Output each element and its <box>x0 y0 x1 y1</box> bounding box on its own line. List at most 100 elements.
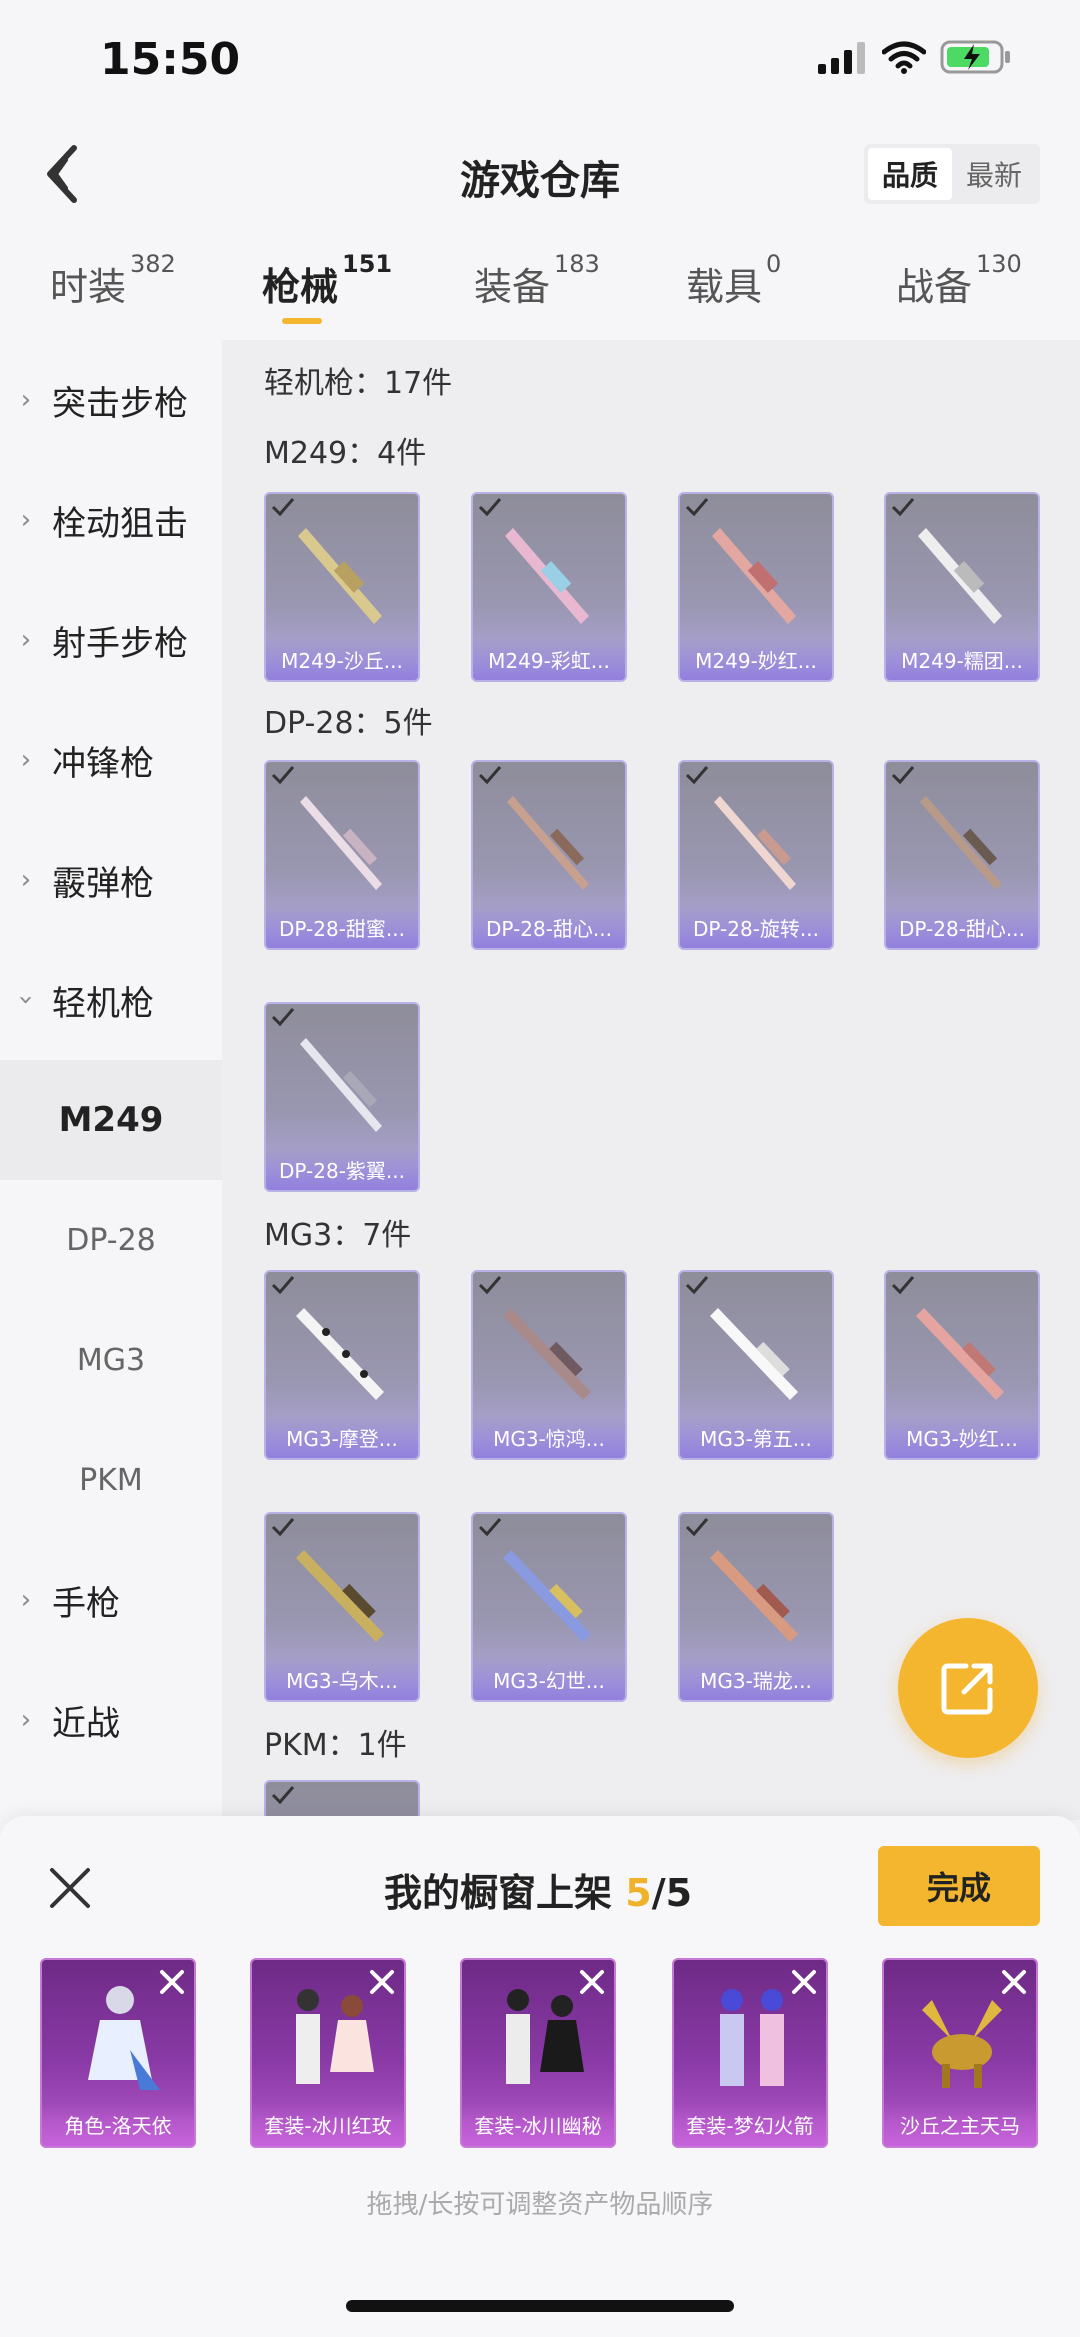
shelf-item-label: 角色-洛天依 <box>42 2102 194 2146</box>
item-grid: 轻机枪：17件 M249：4件 M249-沙丘... M249-彩虹... M2… <box>222 340 1080 1820</box>
check-icon <box>685 1276 709 1295</box>
tab-firearms[interactable]: 枪械151 <box>262 250 392 311</box>
gun-image <box>710 1308 798 1400</box>
gun-card[interactable]: MG3-瑞龙... <box>678 1512 834 1702</box>
gun-card[interactable]: DP-28-甜心... <box>471 760 627 950</box>
sidebar-item-label: 突击步枪 <box>52 383 188 424</box>
tab-equipment[interactable]: 装备183 <box>474 250 600 311</box>
done-button[interactable]: 完成 <box>878 1846 1040 1926</box>
chevron-right-icon: › <box>20 1705 32 1735</box>
check-icon <box>478 1518 502 1537</box>
shelf-item[interactable]: 沙丘之主天马 <box>882 1958 1038 2148</box>
sidebar-item-label: 栓动狙击 <box>52 503 188 544</box>
gun-card[interactable]: DP-28-甜蜜... <box>264 760 420 950</box>
battery-charging-icon <box>940 40 1010 74</box>
gun-image <box>296 1308 384 1400</box>
card-label: M249-彩虹... <box>473 638 625 680</box>
sidebar-subitem-mg3[interactable]: MG3 <box>0 1300 222 1420</box>
share-icon <box>941 1663 993 1715</box>
sidebar-item-pistols[interactable]: › 手枪 <box>0 1540 222 1660</box>
check-icon <box>478 766 502 785</box>
shelf-item[interactable]: 套装-冰川红玫 <box>250 1958 406 2148</box>
gun-card[interactable]: MG3-惊鸿... <box>471 1270 627 1460</box>
check-icon <box>685 766 709 785</box>
gun-card[interactable]: DP-28-紫翼... <box>264 1002 420 1192</box>
outfit-image <box>296 1989 374 2084</box>
group-title-dp28: DP-28：5件 <box>264 706 433 741</box>
tab-count: 382 <box>130 250 176 278</box>
shelf-item-label: 套装-梦幻火箭 <box>674 2102 826 2146</box>
gun-card[interactable]: M249-糯团... <box>884 492 1040 682</box>
gun-image <box>916 1308 1004 1400</box>
active-tab-indicator <box>282 318 322 324</box>
character-image <box>88 1986 160 2090</box>
pegasus-vehicle-image <box>922 2000 1002 2088</box>
chevron-down-icon: › <box>11 994 41 1006</box>
card-label: MG3-妙红... <box>886 1416 1038 1458</box>
gun-image <box>503 1550 591 1642</box>
gun-image <box>298 528 382 624</box>
gun-card[interactable]: MG3-第五... <box>678 1270 834 1460</box>
shelf-item-label: 套装-冰川幽秘 <box>462 2102 614 2146</box>
status-time: 15:50 <box>100 34 241 85</box>
panel-title-text: 我的橱窗上架 <box>384 1871 613 1915</box>
tab-fashion[interactable]: 时装382 <box>50 250 176 311</box>
check-icon <box>891 1276 915 1295</box>
card-label: DP-28-甜心... <box>473 906 625 948</box>
gun-card[interactable]: M249-妙红... <box>678 492 834 682</box>
shelf-item[interactable]: 套装-梦幻火箭 <box>672 1958 828 2148</box>
gun-card[interactable]: DP-28-甜心... <box>884 760 1040 950</box>
gun-card[interactable]: M249-彩虹... <box>471 492 627 682</box>
card-label: M249-沙丘... <box>266 638 418 680</box>
tab-vehicles[interactable]: 载具0 <box>686 250 781 311</box>
sidebar-item-label: 霰弹枪 <box>52 863 154 904</box>
sidebar-item-shotguns[interactable]: › 霰弹枪 <box>0 820 222 940</box>
tab-count: 183 <box>554 250 600 278</box>
sidebar-item-marksman-rifles[interactable]: › 射手步枪 <box>0 580 222 700</box>
sidebar-item-label: 射手步枪 <box>52 623 188 664</box>
sidebar-item-label: 手枪 <box>52 1583 120 1624</box>
tab-supplies[interactable]: 战备130 <box>896 250 1022 311</box>
check-icon <box>271 766 295 785</box>
sidebar-subitem-m249[interactable]: M249 <box>0 1060 222 1180</box>
chevron-right-icon: › <box>20 865 32 895</box>
shelf-item[interactable]: 套装-冰川幽秘 <box>460 1958 616 2148</box>
chevron-right-icon: › <box>20 1585 32 1615</box>
tab-count: 151 <box>342 250 393 278</box>
gun-card[interactable]: M249-沙丘... <box>264 492 420 682</box>
sidebar-item-assault-rifles[interactable]: › 突击步枪 <box>0 340 222 460</box>
gun-card[interactable] <box>264 1780 420 1820</box>
check-icon <box>685 1518 709 1537</box>
gun-image <box>300 1038 382 1132</box>
gun-card[interactable]: MG3-幻世... <box>471 1512 627 1702</box>
gun-image <box>920 796 1002 890</box>
card-label: DP-28-紫翼... <box>266 1148 418 1190</box>
sort-quality-button[interactable]: 品质 <box>868 148 952 200</box>
chevron-right-icon: › <box>20 385 32 415</box>
home-indicator[interactable] <box>346 2300 734 2312</box>
tab-label: 装备 <box>474 265 551 309</box>
check-icon <box>271 1276 295 1295</box>
gun-card[interactable]: MG3-乌木... <box>264 1512 420 1702</box>
gun-card[interactable]: MG3-妙红... <box>884 1270 1040 1460</box>
card-label: DP-28-旋转... <box>680 906 832 948</box>
sidebar-subitem-dp28[interactable]: DP-28 <box>0 1180 222 1300</box>
sidebar-item-lmgs[interactable]: › 轻机枪 <box>0 940 222 1060</box>
sidebar-subitem-pkm[interactable]: PKM <box>0 1420 222 1540</box>
check-icon <box>271 1518 295 1537</box>
sort-newest-button[interactable]: 最新 <box>952 148 1036 200</box>
sidebar-item-bolt-snipers[interactable]: › 栓动狙击 <box>0 460 222 580</box>
check-icon <box>891 498 915 517</box>
shelf-total: /5 <box>651 1871 693 1915</box>
gun-card[interactable]: MG3-摩登... <box>264 1270 420 1460</box>
sidebar-item-melee[interactable]: › 近战 <box>0 1660 222 1780</box>
gun-image <box>918 528 1002 624</box>
tab-count: 0 <box>766 250 782 278</box>
close-icon[interactable] <box>48 1866 92 1910</box>
chevron-right-icon: › <box>20 505 32 535</box>
sidebar-item-label: 轻机枪 <box>52 983 154 1024</box>
sidebar-item-smgs[interactable]: › 冲锋枪 <box>0 700 222 820</box>
share-button[interactable] <box>898 1618 1038 1758</box>
gun-card[interactable]: DP-28-旋转... <box>678 760 834 950</box>
shelf-item[interactable]: 角色-洛天依 <box>40 1958 196 2148</box>
